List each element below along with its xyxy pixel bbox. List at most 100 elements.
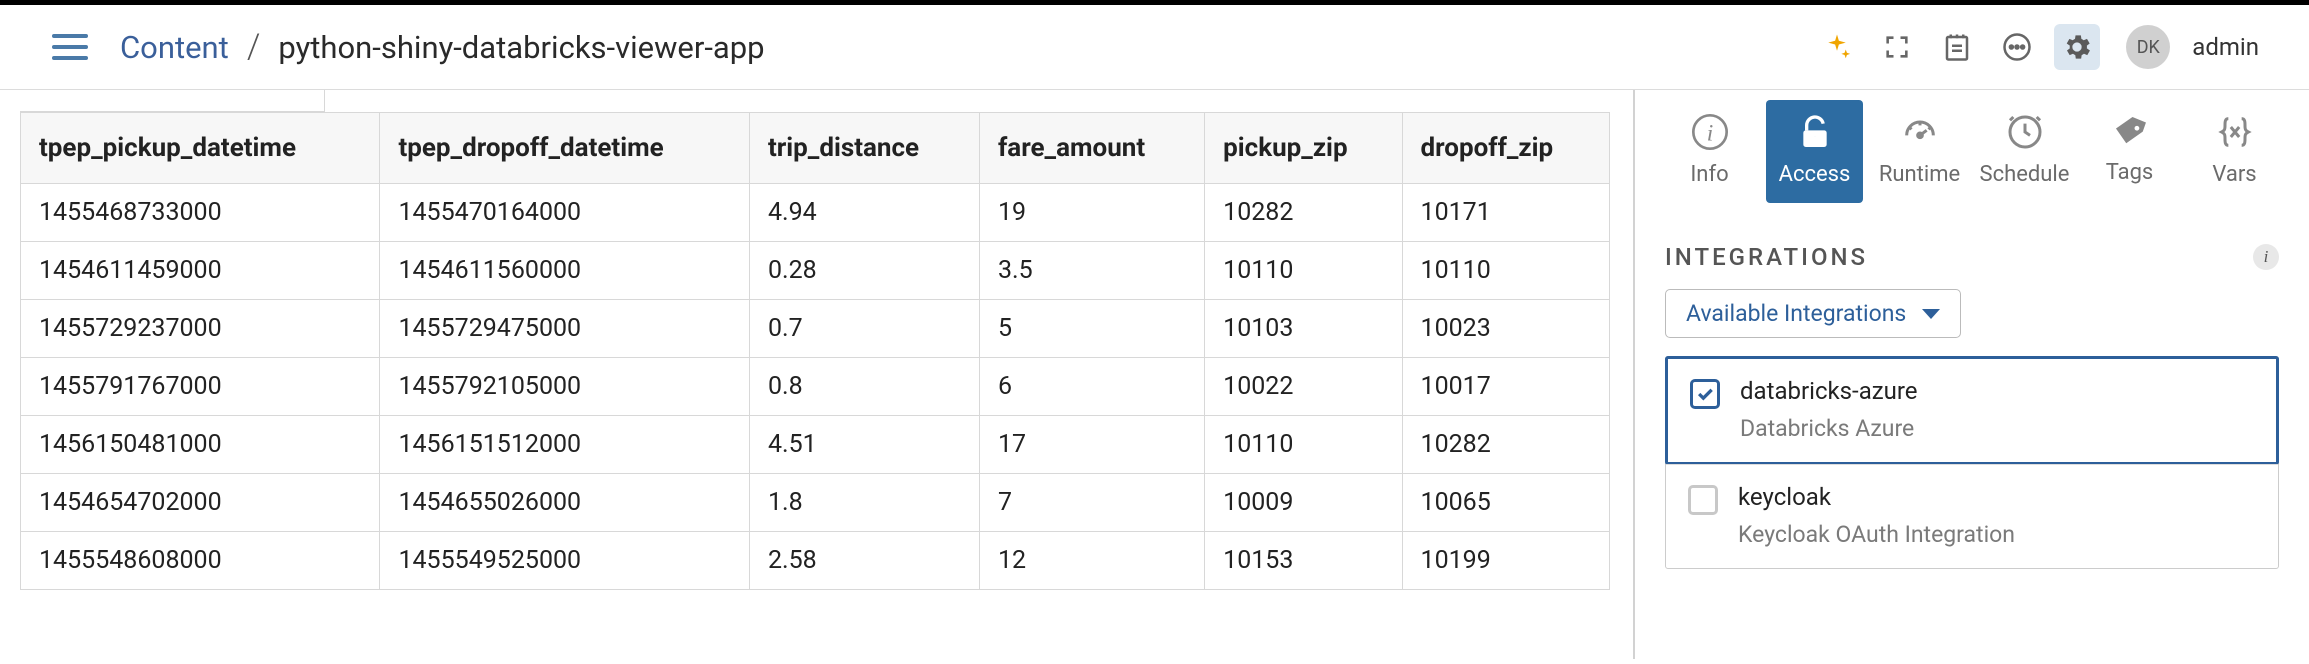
expand-icon[interactable] (1874, 24, 1920, 70)
table-cell: 1455792105000 (380, 358, 750, 416)
table-cell: 10171 (1402, 184, 1609, 242)
integrations-header: INTEGRATIONS i (1635, 209, 2309, 289)
table-cell: 1454654702000 (21, 474, 380, 532)
tab-tags[interactable]: Tags (2081, 100, 2178, 203)
table-cell: 10103 (1205, 300, 1402, 358)
integration-description: Databricks Azure (1740, 415, 1918, 442)
table-cell: 10017 (1402, 358, 1609, 416)
panel-tabs: i Info Access Runtime Schedule Tags V (1635, 90, 2309, 209)
tab-runtime-label: Runtime (1879, 162, 1960, 187)
table-cell: 1.8 (749, 474, 979, 532)
log-icon[interactable] (1934, 24, 1980, 70)
username-label: admin (2192, 33, 2259, 61)
content-area: tpep_pickup_datetimetpep_dropoff_datetim… (0, 90, 1633, 659)
topbar-actions: DK admin (1814, 24, 2279, 70)
table-cell: 1454611459000 (21, 242, 380, 300)
table-cell: 1455549525000 (380, 532, 750, 590)
table-cell: 0.8 (749, 358, 979, 416)
tab-runtime[interactable]: Runtime (1871, 100, 1968, 203)
table-cell: 19 (979, 184, 1204, 242)
tab-vars[interactable]: Vars (2186, 100, 2283, 203)
table-cell: 5 (979, 300, 1204, 358)
integration-description: Keycloak OAuth Integration (1738, 521, 2015, 548)
table-cell: 2.58 (749, 532, 979, 590)
table-row: 145579176700014557921050000.861002210017 (21, 358, 1610, 416)
table-cell: 1455729475000 (380, 300, 750, 358)
column-header[interactable]: tpep_pickup_datetime (21, 113, 380, 184)
column-header[interactable]: pickup_zip (1205, 113, 1402, 184)
tab-info-label: Info (1690, 162, 1728, 187)
table-cell: 10065 (1402, 474, 1609, 532)
table-cell: 0.7 (749, 300, 979, 358)
more-icon[interactable] (1994, 24, 2040, 70)
chevron-down-icon (1922, 309, 1940, 319)
column-header[interactable]: tpep_dropoff_datetime (380, 113, 750, 184)
info-icon[interactable]: i (2253, 244, 2279, 270)
breadcrumb-leaf: python-shiny-databricks-viewer-app (278, 29, 764, 66)
integrations-title: INTEGRATIONS (1665, 243, 1868, 271)
available-integrations-dropdown[interactable]: Available Integrations (1665, 289, 1961, 338)
integration-item[interactable]: databricks-azure Databricks Azure (1665, 356, 2279, 465)
table-cell: 3.5 (979, 242, 1204, 300)
table-cell: 1455470164000 (380, 184, 750, 242)
table-row: 145572923700014557294750000.751010310023 (21, 300, 1610, 358)
table-cell: 1456151512000 (380, 416, 750, 474)
table-cell: 10110 (1205, 416, 1402, 474)
table-cell: 10282 (1205, 184, 1402, 242)
table-row: 145546873300014554701640004.941910282101… (21, 184, 1610, 242)
dropdown-label: Available Integrations (1686, 300, 1906, 327)
table-cell: 0.28 (749, 242, 979, 300)
table-row: 145554860800014555495250002.581210153101… (21, 532, 1610, 590)
top-bar: Content / python-shiny-databricks-viewer… (0, 5, 2309, 90)
tab-schedule-label: Schedule (1980, 162, 2070, 187)
table-cell: 1454655026000 (380, 474, 750, 532)
tab-tags-label: Tags (2106, 160, 2154, 185)
table-cell: 4.94 (749, 184, 979, 242)
table-row: 145615048100014561515120004.511710110102… (21, 416, 1610, 474)
table-cell: 1456150481000 (21, 416, 380, 474)
table-row: 145461145900014546115600000.283.51011010… (21, 242, 1610, 300)
svg-text:i: i (1706, 120, 1712, 146)
tab-schedule[interactable]: Schedule (1976, 100, 2073, 203)
table-cell: 1455791767000 (21, 358, 380, 416)
tab-access-label: Access (1779, 162, 1851, 187)
checkbox-icon[interactable] (1690, 379, 1720, 409)
table-cell: 17 (979, 416, 1204, 474)
table-cell: 10282 (1402, 416, 1609, 474)
breadcrumb-separator: / (247, 27, 261, 67)
column-header[interactable]: trip_distance (749, 113, 979, 184)
table-cell: 12 (979, 532, 1204, 590)
avatar[interactable]: DK (2126, 25, 2170, 69)
table-cell: 10009 (1205, 474, 1402, 532)
table-cell: 1455468733000 (21, 184, 380, 242)
table-cell: 1454611560000 (380, 242, 750, 300)
table-cell: 7 (979, 474, 1204, 532)
table-cell: 4.51 (749, 416, 979, 474)
table-cell: 1455729237000 (21, 300, 380, 358)
breadcrumb-root[interactable]: Content (120, 29, 229, 66)
sparkle-icon[interactable] (1814, 24, 1860, 70)
integration-name: keycloak (1738, 483, 2015, 511)
tab-vars-label: Vars (2212, 162, 2256, 187)
table-cell: 10153 (1205, 532, 1402, 590)
table-cell: 10023 (1402, 300, 1609, 358)
table-cell: 1455548608000 (21, 532, 380, 590)
integrations-list: databricks-azure Databricks Azure keycloak… (1665, 356, 2279, 569)
checkbox-icon[interactable] (1688, 485, 1718, 515)
settings-panel: i Info Access Runtime Schedule Tags V (1633, 90, 2309, 659)
data-table: tpep_pickup_datetimetpep_dropoff_datetim… (20, 112, 1610, 590)
table-cell: 10199 (1402, 532, 1609, 590)
table-cell: 6 (979, 358, 1204, 416)
integration-name: databricks-azure (1740, 377, 1918, 405)
column-header[interactable]: fare_amount (979, 113, 1204, 184)
breadcrumb: Content / python-shiny-databricks-viewer… (120, 27, 765, 67)
table-row: 145465470200014546550260001.871000910065 (21, 474, 1610, 532)
tab-info[interactable]: i Info (1661, 100, 1758, 203)
table-cell: 10022 (1205, 358, 1402, 416)
menu-icon[interactable] (52, 34, 88, 60)
column-header[interactable]: dropoff_zip (1402, 113, 1609, 184)
settings-icon[interactable] (2054, 24, 2100, 70)
table-cell: 10110 (1205, 242, 1402, 300)
tab-access[interactable]: Access (1766, 100, 1863, 203)
integration-item[interactable]: keycloak Keycloak OAuth Integration (1666, 464, 2278, 568)
